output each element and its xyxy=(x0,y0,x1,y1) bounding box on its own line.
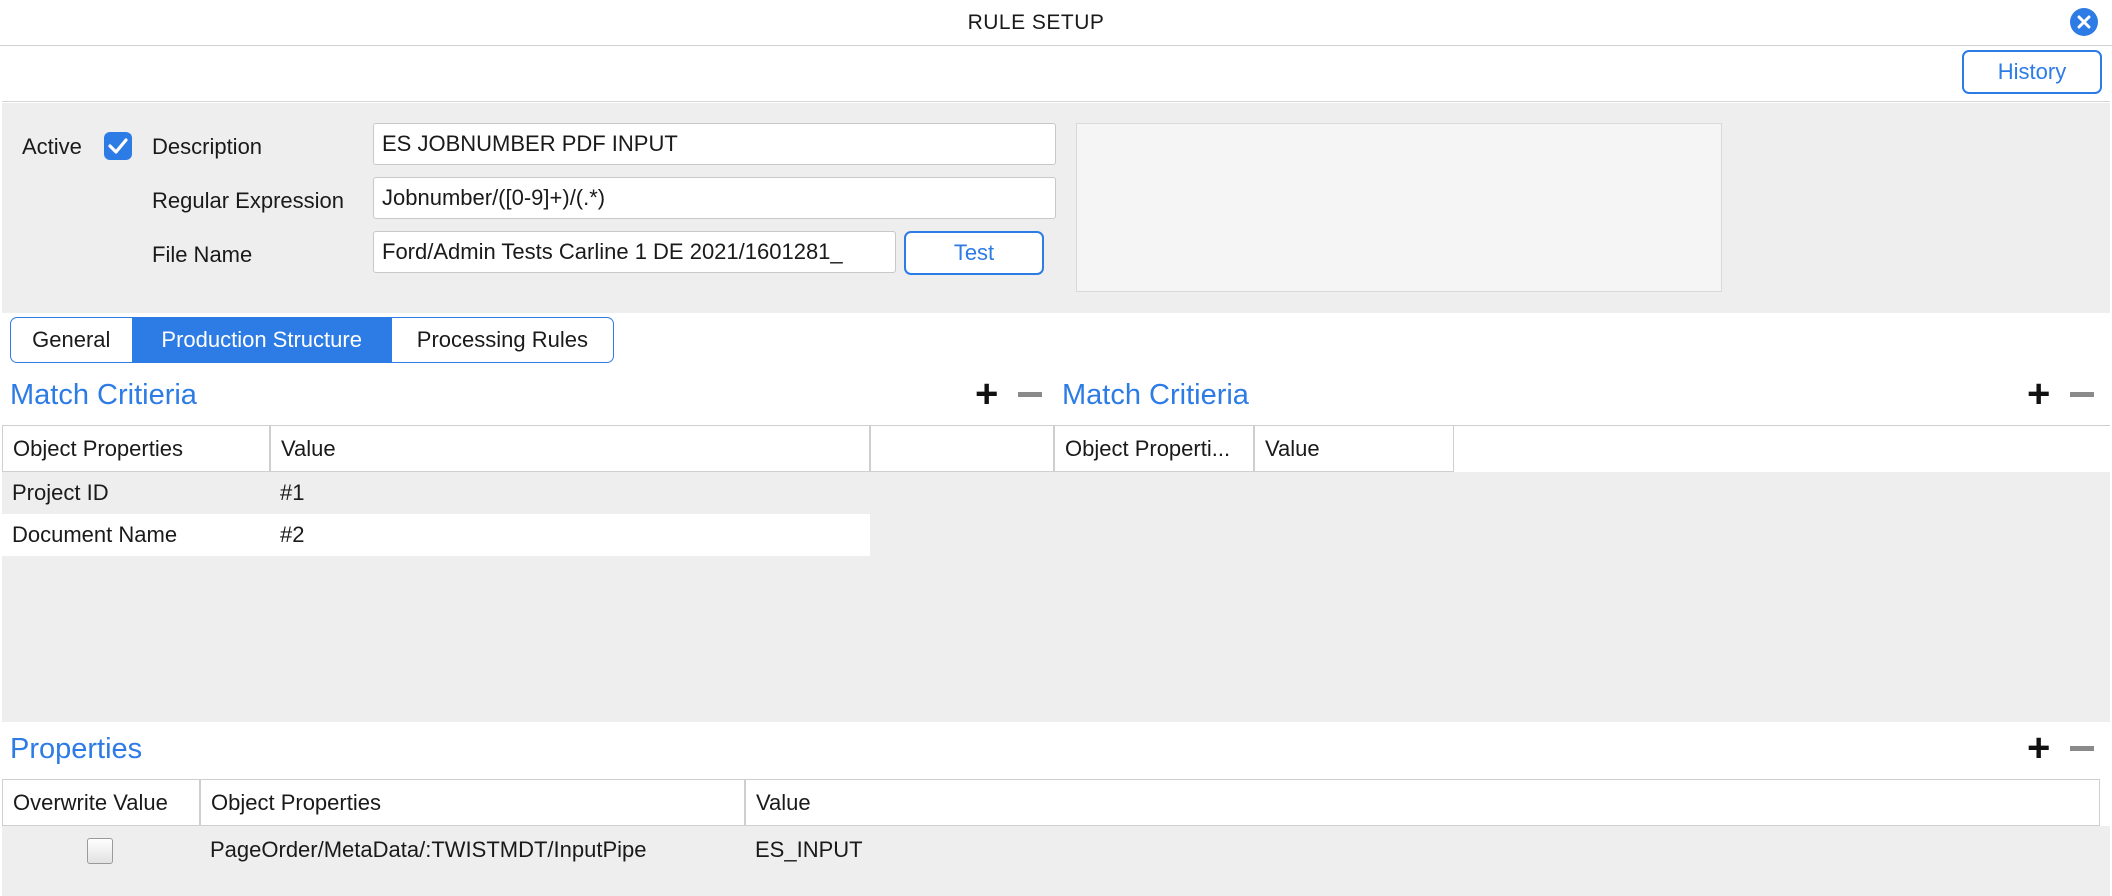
match-right-table-body xyxy=(1054,472,2110,722)
match-right-col-value[interactable]: Value xyxy=(1254,425,1454,472)
add-match-right-button[interactable]: + xyxy=(2027,374,2050,414)
properties-title: Properties xyxy=(10,733,143,765)
active-label: Active xyxy=(22,134,82,159)
add-property-button[interactable]: + xyxy=(2027,728,2050,768)
test-button[interactable]: Test xyxy=(904,231,1044,275)
match-left-col-properties[interactable]: Object Properties xyxy=(2,425,270,472)
properties-header-strip xyxy=(0,722,2112,778)
match-criteria-right-title: Match Critieria xyxy=(1062,379,1249,411)
regex-input[interactable]: Jobnumber/([0-9]+)/(.*) xyxy=(373,177,1056,219)
remove-match-right-button[interactable] xyxy=(2070,392,2094,397)
tab-production-structure[interactable]: Production Structure xyxy=(132,318,392,362)
overwrite-value-checkbox[interactable] xyxy=(87,838,113,864)
remove-match-left-button[interactable] xyxy=(1018,392,1042,397)
history-button[interactable]: History xyxy=(1962,50,2102,94)
match-left-col-value[interactable]: Value xyxy=(270,425,870,472)
match-left-row-2-property[interactable]: Document Name xyxy=(2,514,270,556)
plus-icon: + xyxy=(2027,372,2051,416)
filename-label: File Name xyxy=(152,242,253,267)
tab-bar: General Production Structure Processing … xyxy=(10,317,614,363)
active-checkbox[interactable] xyxy=(104,132,132,160)
plus-icon: + xyxy=(2027,726,2051,770)
toolbar xyxy=(2,46,2110,102)
match-left-row-1-value[interactable]: #1 xyxy=(270,472,870,514)
close-button[interactable] xyxy=(2070,8,2098,36)
match-left-row-1-property[interactable]: Project ID xyxy=(2,472,270,514)
add-match-left-button[interactable]: + xyxy=(975,374,998,414)
filename-input[interactable]: Ford/Admin Tests Carline 1 DE 2021/16012… xyxy=(373,231,896,273)
match-table-gap xyxy=(870,472,1054,722)
properties-col-value[interactable]: Value xyxy=(745,779,2100,826)
tab-processing-rules[interactable]: Processing Rules xyxy=(392,318,613,362)
regex-label: Regular Expression xyxy=(152,188,344,213)
match-left-col-filler xyxy=(870,425,1054,472)
description-input[interactable]: ES JOBNUMBER PDF INPUT xyxy=(373,123,1056,165)
close-icon xyxy=(2077,15,2091,29)
tab-general[interactable]: General xyxy=(11,318,133,362)
properties-col-overwrite[interactable]: Overwrite Value xyxy=(2,779,200,826)
properties-row-1-property[interactable]: PageOrder/MetaData/:TWISTMDT/InputPipe xyxy=(200,830,745,870)
plus-icon: + xyxy=(975,372,999,416)
match-right-header-filler xyxy=(1454,425,2110,472)
checkmark-icon xyxy=(108,138,128,154)
match-left-row-2-value[interactable]: #2 xyxy=(270,514,870,556)
match-right-col-properties[interactable]: Object Properti... xyxy=(1054,425,1254,472)
description-label: Description xyxy=(152,134,263,159)
window-title: RULE SETUP xyxy=(967,11,1105,34)
test-result-panel xyxy=(1076,123,1722,292)
match-criteria-left-title: Match Critieria xyxy=(10,379,197,411)
properties-row-1-value[interactable]: ES_INPUT xyxy=(745,830,1345,870)
remove-property-button[interactable] xyxy=(2070,746,2094,751)
properties-col-object-properties[interactable]: Object Properties xyxy=(200,779,745,826)
